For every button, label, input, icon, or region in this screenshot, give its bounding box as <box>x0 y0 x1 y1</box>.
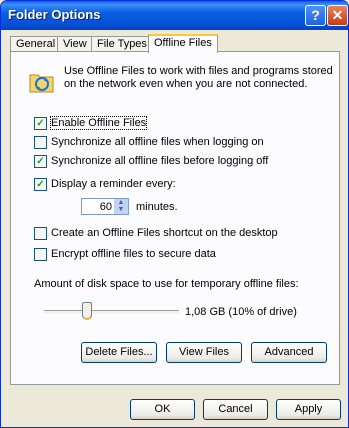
checkbox-box[interactable] <box>34 136 47 149</box>
reminder-value[interactable]: 60 <box>100 201 112 213</box>
disk-space-value: 1,08 GB (10% of drive) <box>185 306 297 318</box>
offline-files-panel: Use Offline Files to work with files and… <box>10 51 340 385</box>
disk-space-label: Amount of disk space to use for temporar… <box>34 278 299 290</box>
checkbox-label[interactable]: Encrypt offline files to secure data <box>51 248 216 260</box>
ok-button[interactable]: OK <box>130 399 195 420</box>
checkbox-label[interactable]: Synchronize all offline files before log… <box>51 155 268 167</box>
checkbox-box[interactable]: ✓ <box>34 117 47 130</box>
apply-button[interactable]: Apply <box>276 399 341 420</box>
cancel-button[interactable]: Cancel <box>203 399 268 420</box>
intro-text: Use Offline Files to work with files and… <box>64 65 333 90</box>
title-bar[interactable]: Folder Options ? ✕ <box>1 1 348 30</box>
folder-options-window: Folder Options ? ✕ General View File Typ… <box>0 0 349 428</box>
reminder-minutes-spinner[interactable]: 60 ▲ ▼ <box>81 198 129 215</box>
disk-space-slider-track[interactable] <box>44 310 179 315</box>
spin-down-icon[interactable]: ▼ <box>116 206 126 213</box>
close-button[interactable]: ✕ <box>327 5 348 26</box>
checkbox-label[interactable]: Enable Offline Files <box>49 116 148 130</box>
help-button[interactable]: ? <box>305 5 326 26</box>
checkbox-box[interactable] <box>34 248 47 261</box>
window-title: Folder Options <box>8 7 101 22</box>
checkbox-box[interactable] <box>34 227 47 240</box>
delete-files-button[interactable]: Delete Files... <box>81 342 157 363</box>
checkbox-box[interactable]: ✓ <box>34 178 47 191</box>
tab-view[interactable]: View <box>57 36 93 52</box>
checkbox-label[interactable]: Display a reminder every: <box>51 178 176 190</box>
checkbox-label[interactable]: Create an Offline Files shortcut on the … <box>51 227 278 239</box>
view-files-button[interactable]: View Files <box>166 342 242 363</box>
spinner-arrows[interactable]: ▲ ▼ <box>114 199 128 214</box>
tab-file-types[interactable]: File Types <box>91 36 153 52</box>
advanced-button[interactable]: Advanced <box>251 342 327 363</box>
tab-general[interactable]: General <box>10 36 62 52</box>
checkbox-label[interactable]: Synchronize all offline files when loggi… <box>51 136 264 148</box>
spin-up-icon[interactable]: ▲ <box>116 199 126 206</box>
offline-folder-icon <box>29 74 54 93</box>
disk-space-slider-thumb[interactable] <box>82 302 92 320</box>
tab-offline-files[interactable]: Offline Files <box>148 34 218 53</box>
checkbox-box[interactable]: ✓ <box>34 155 47 168</box>
minutes-label: minutes. <box>136 201 178 213</box>
